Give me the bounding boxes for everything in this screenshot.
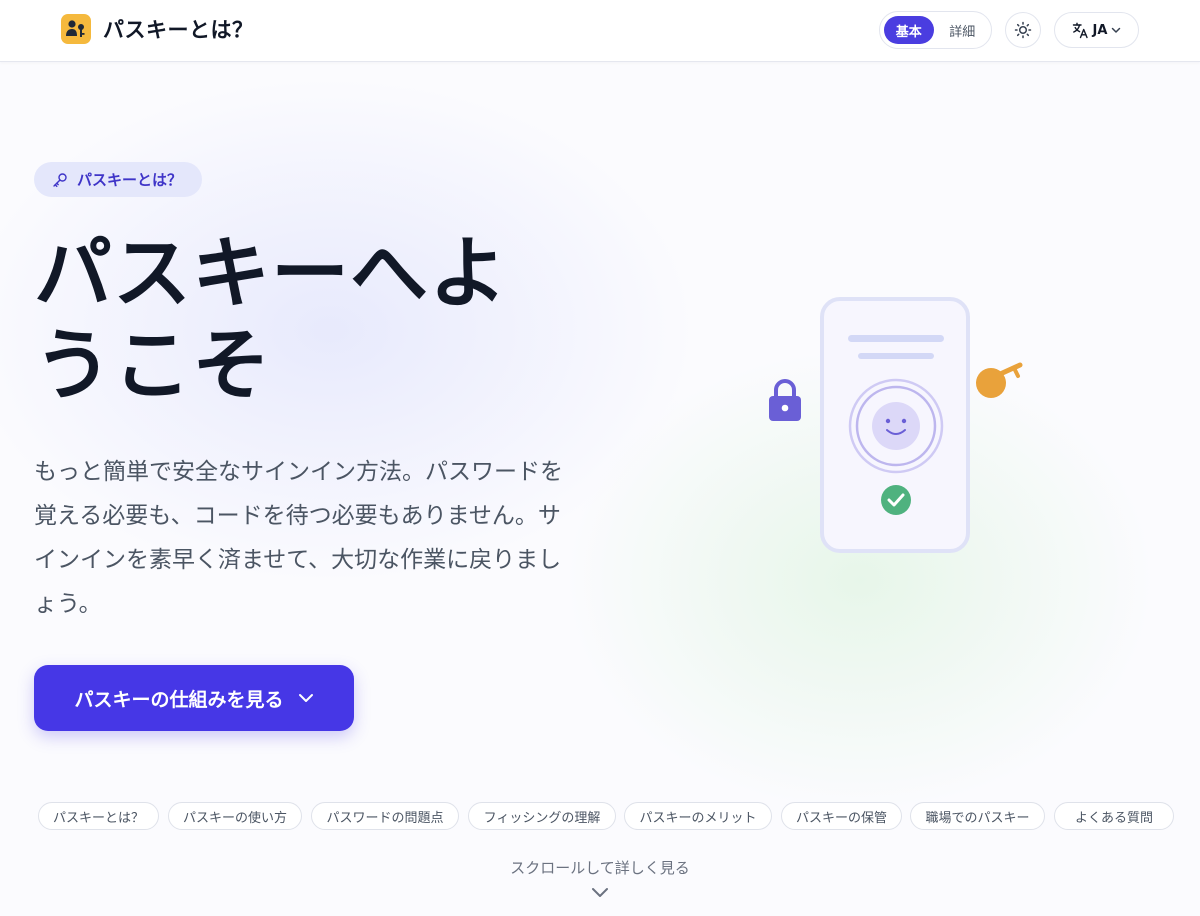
topic-chip-faq[interactable]: よくある質問 — [1054, 802, 1174, 830]
topic-chip-storage[interactable]: パスキーの保管 — [781, 802, 902, 830]
language-selector[interactable]: JA — [1054, 12, 1139, 48]
key-icon — [53, 172, 67, 187]
lock-icon — [769, 379, 801, 421]
topic-chip-how-to-use[interactable]: パスキーの使い方 — [168, 802, 302, 830]
chevron-down-icon[interactable] — [590, 886, 610, 900]
translate-icon — [1072, 22, 1088, 38]
user-key-icon — [61, 14, 91, 44]
page-title: パスキーへようこそ — [34, 229, 509, 411]
mode-detail-button[interactable]: 詳細 — [938, 16, 988, 44]
cta-label: パスキーの仕組みを見る — [74, 688, 284, 711]
section-badge: パスキーとは？ — [34, 162, 202, 197]
check-circle-icon — [881, 485, 911, 515]
topic-chip-password-problems[interactable]: パスワードの問題点 — [311, 802, 459, 830]
theme-toggle-button[interactable] — [1005, 12, 1041, 48]
passkey-illustration — [760, 295, 1040, 560]
chevron-down-icon — [298, 694, 313, 702]
mode-toggle: 基本 詳細 — [879, 11, 992, 49]
topic-chip-workplace[interactable]: 職場でのパスキー — [910, 802, 1045, 830]
hero-description: もっと簡単で安全なサインイン方法。パスワードを覚える必要も、コードを待つ必要もあ… — [34, 459, 563, 617]
scroll-hint[interactable]: スクロールして詳しく見る — [400, 857, 800, 878]
mode-basic-button[interactable]: 基本 — [884, 16, 934, 44]
sun-icon — [1014, 21, 1032, 39]
chevron-down-icon — [1112, 27, 1121, 33]
top-header: パスキーとは？ 基本 詳細 JA — [0, 0, 1200, 62]
topic-chip-phishing[interactable]: フィッシングの理解 — [468, 802, 616, 830]
brand[interactable]: パスキーとは？ — [61, 14, 254, 44]
how-passkeys-work-button[interactable]: パスキーの仕組みを見る — [34, 665, 354, 731]
language-label: JA — [1092, 22, 1108, 38]
topic-chip-benefits[interactable]: パスキーのメリット — [624, 802, 772, 830]
topic-chip-what-is-passkey[interactable]: パスキーとは？ — [38, 802, 159, 830]
key-icon — [976, 362, 1023, 398]
site-title: パスキーとは？ — [103, 18, 254, 42]
section-badge-label: パスキーとは？ — [77, 171, 183, 189]
